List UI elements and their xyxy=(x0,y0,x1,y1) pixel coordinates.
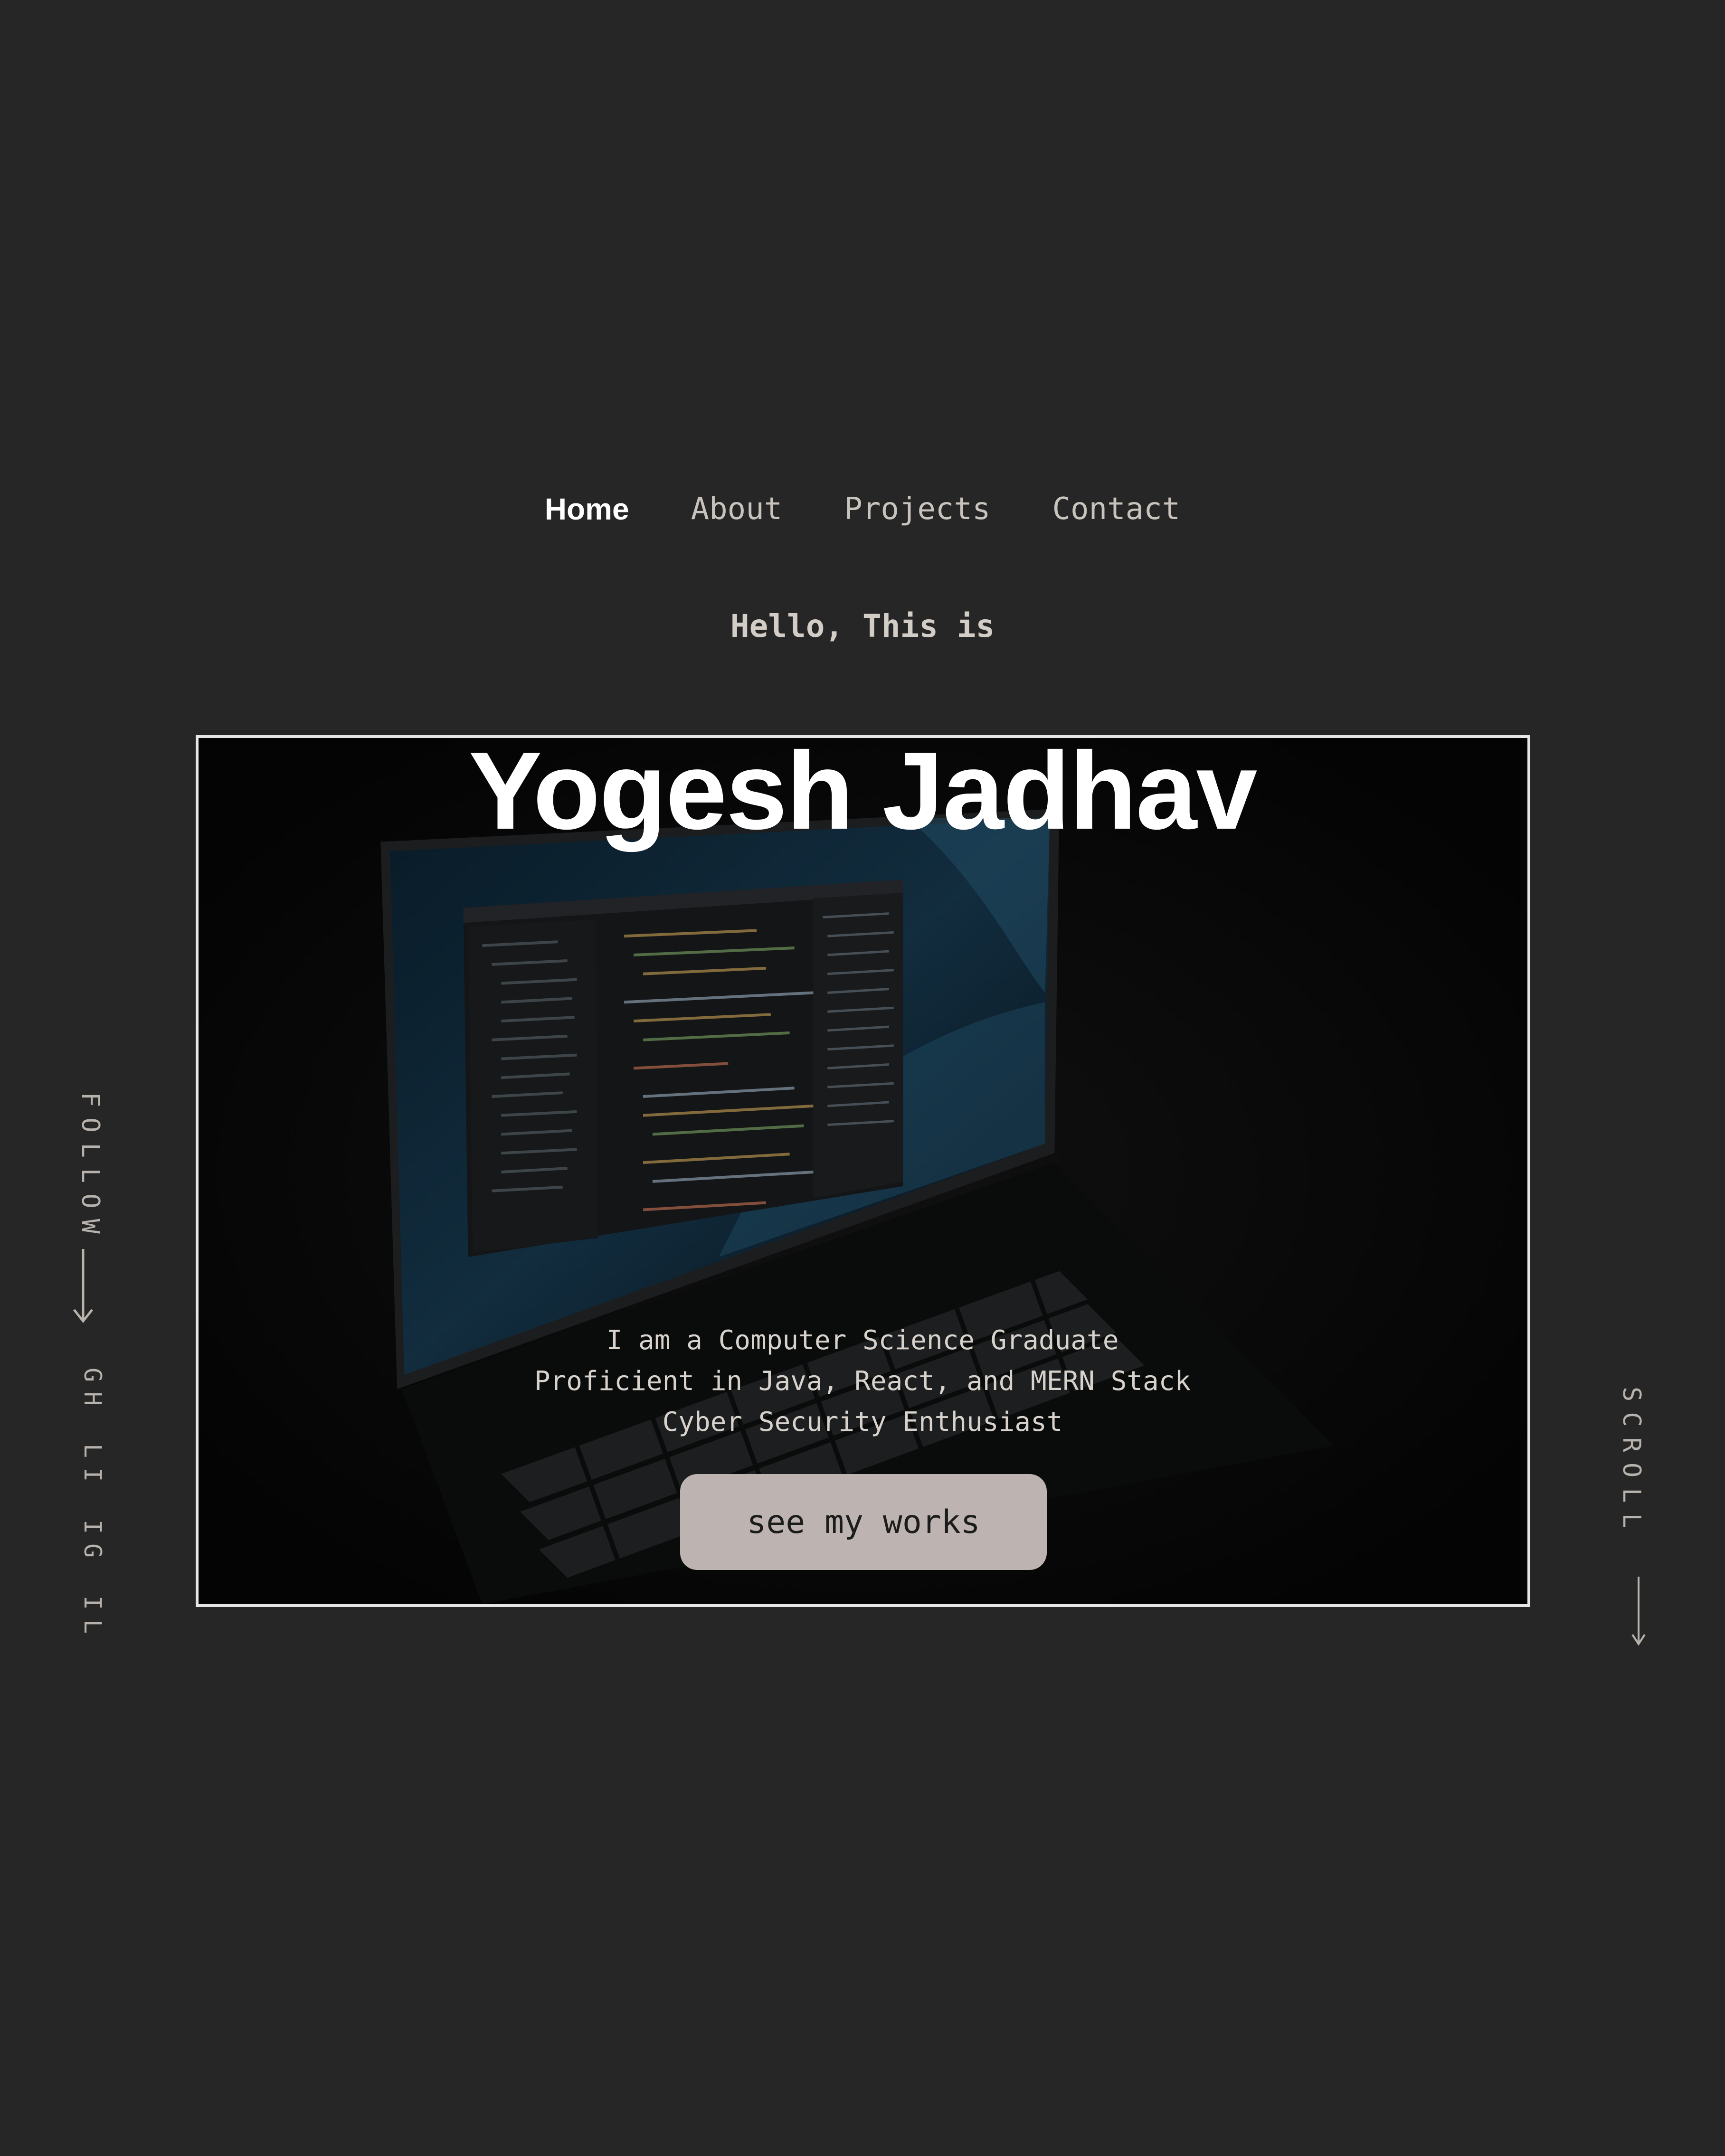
nav-home[interactable]: Home xyxy=(545,492,629,527)
arrow-down-icon xyxy=(73,1249,93,1324)
scroll-label: SCROLL xyxy=(1617,1387,1646,1539)
nav-contact[interactable]: Contact xyxy=(1052,492,1181,527)
hero-name: Yogesh Jadhav xyxy=(468,729,1258,853)
follow-label: FOLLOW xyxy=(76,1092,104,1244)
tagline-line-3: Cyber Security Enthusiast xyxy=(662,1407,1063,1437)
nav-about[interactable]: About xyxy=(691,492,783,527)
nav-projects[interactable]: Projects xyxy=(844,492,990,527)
arrow-down-icon xyxy=(1631,1577,1646,1646)
hero-tagline: I am a Computer Science Graduate Profici… xyxy=(0,1320,1725,1443)
scroll-indicator[interactable]: SCROLL xyxy=(1617,1387,1660,1653)
social-link-ig[interactable]: IG xyxy=(59,1520,106,1567)
follow-sidebar: FOLLOW GH LI IG IL xyxy=(59,1092,106,1648)
tagline-line-2: Proficient in Java, React, and MERN Stac… xyxy=(534,1366,1191,1397)
social-link-li[interactable]: LI xyxy=(59,1444,106,1491)
main-navigation: Home About Projects Contact xyxy=(0,492,1725,527)
tagline-line-1: I am a Computer Science Graduate xyxy=(606,1325,1119,1356)
greeting-text: Hello, This is xyxy=(730,608,995,644)
see-my-works-button[interactable]: see my works xyxy=(680,1474,1047,1570)
social-link-gh[interactable]: GH xyxy=(59,1368,106,1415)
social-link-il[interactable]: IL xyxy=(59,1596,106,1643)
